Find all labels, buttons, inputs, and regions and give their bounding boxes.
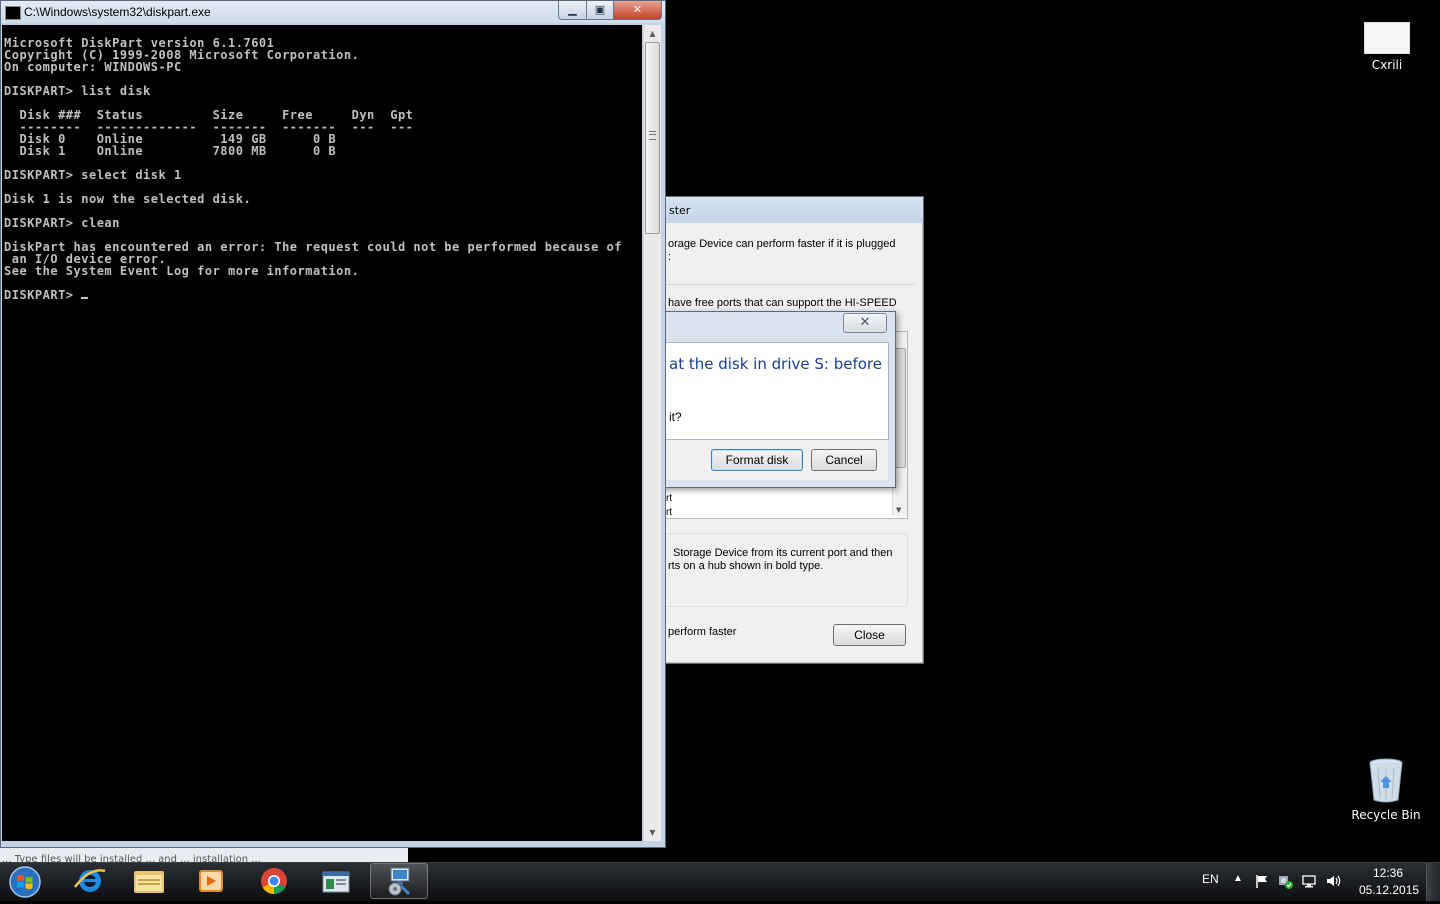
volume-icon[interactable] (1325, 873, 1341, 889)
taskbar-device-setup[interactable] (370, 863, 428, 899)
action-center-flag-icon[interactable] (1254, 873, 1270, 889)
dialog-text: have free ports that can support the HI-… (668, 297, 897, 309)
close-button[interactable]: ✕ (613, 1, 662, 20)
desktop-icon-label: Cxrili (1371, 58, 1403, 72)
diskpart-console-window: C:\Windows\system32\diskpart.exe ▁ ▣ ✕ M… (0, 0, 666, 848)
windows-logo-icon (9, 866, 41, 898)
internet-explorer-icon (74, 869, 106, 892)
scroll-up-icon[interactable]: ▲ (644, 25, 661, 42)
dialog-content: at the disk in drive S: before it? (641, 342, 889, 440)
taskbar-windows-explorer[interactable] (120, 863, 178, 899)
scroll-down-icon[interactable]: ▼ (896, 506, 901, 514)
cancel-button[interactable]: Cancel (811, 449, 877, 471)
desktop-icon-recycle-bin[interactable]: Recycle Bin (1346, 756, 1426, 822)
dialog-text: rts on a hub shown in bold type. (668, 560, 824, 572)
scrollbar-thumb[interactable] (895, 348, 906, 468)
list-item[interactable]: rt (666, 493, 672, 504)
close-icon[interactable]: ✕ (843, 313, 887, 333)
minimize-button[interactable]: ▁ (558, 1, 587, 20)
dialog-text: Storage Device from its current port and… (673, 547, 893, 559)
background-window-strip: ... Type files will be installed ... and… (0, 848, 408, 862)
desktop-icon-cxrili[interactable]: Cxrili (1347, 22, 1427, 72)
close-button[interactable]: Close (833, 624, 906, 646)
network-icon[interactable] (1301, 873, 1317, 889)
dialog-titlebar[interactable]: ster (641, 197, 923, 223)
show-hidden-icons-icon[interactable]: ▲ (1233, 873, 1243, 884)
grip-icon (649, 131, 656, 140)
list-item[interactable]: rt (666, 507, 672, 518)
start-button[interactable] (6, 864, 44, 900)
dialog-title: ster (669, 204, 691, 217)
dialog-button-bar: Format disk Cancel (641, 440, 888, 480)
strip-text: ... Type files will be installed ... and… (2, 854, 261, 862)
taskbar: EN ▲ 12:36 05.12.2015 (0, 862, 1440, 901)
document-icon (1364, 22, 1410, 54)
taskbar-chrome[interactable] (245, 863, 303, 899)
scrollbar-thumb[interactable] (645, 42, 660, 234)
console-output: Microsoft DiskPart version 6.1.7601 Copy… (4, 36, 622, 302)
desktop-icon-label: Recycle Bin (1351, 808, 1421, 822)
dialog-text: : (668, 251, 672, 263)
taskbar-media-player[interactable] (182, 863, 240, 899)
maximize-button[interactable]: ▣ (586, 1, 614, 20)
dialog-question: it? (669, 410, 682, 424)
checkbox-label[interactable]: perform faster (668, 626, 736, 638)
chrome-icon (261, 868, 287, 895)
folder-icon (134, 871, 164, 893)
clock-date[interactable]: 05.12.2015 (1359, 883, 1419, 897)
window-title: C:\Windows\system32\diskpart.exe (24, 5, 211, 19)
clock-time[interactable]: 12:36 (1373, 866, 1403, 880)
vertical-scrollbar[interactable]: ▲ ▼ (643, 25, 661, 841)
language-indicator[interactable]: EN (1202, 872, 1219, 886)
document-window-icon (322, 871, 350, 893)
format-disk-button[interactable]: Format disk (711, 449, 803, 471)
scroll-down-icon[interactable]: ▼ (644, 824, 661, 841)
format-disk-dialog: ✕ at the disk in drive S: before it? For… (640, 311, 896, 488)
taskbar-document-app[interactable] (307, 863, 365, 899)
safely-remove-hardware-icon[interactable] (1277, 873, 1293, 889)
divider (661, 284, 915, 285)
text-cursor (81, 297, 89, 299)
recycle-bin-icon (1366, 756, 1406, 804)
console-icon (5, 6, 21, 20)
media-player-icon (199, 870, 223, 892)
dialog-text: orage Device can perform faster if it is… (668, 238, 896, 250)
show-desktop-button[interactable] (1426, 863, 1440, 901)
taskbar-internet-explorer[interactable] (61, 863, 119, 899)
console-screen[interactable]: Microsoft DiskPart version 6.1.7601 Copy… (2, 25, 642, 841)
dialog-heading: at the disk in drive S: before (669, 355, 882, 373)
device-setup-icon (388, 867, 411, 896)
